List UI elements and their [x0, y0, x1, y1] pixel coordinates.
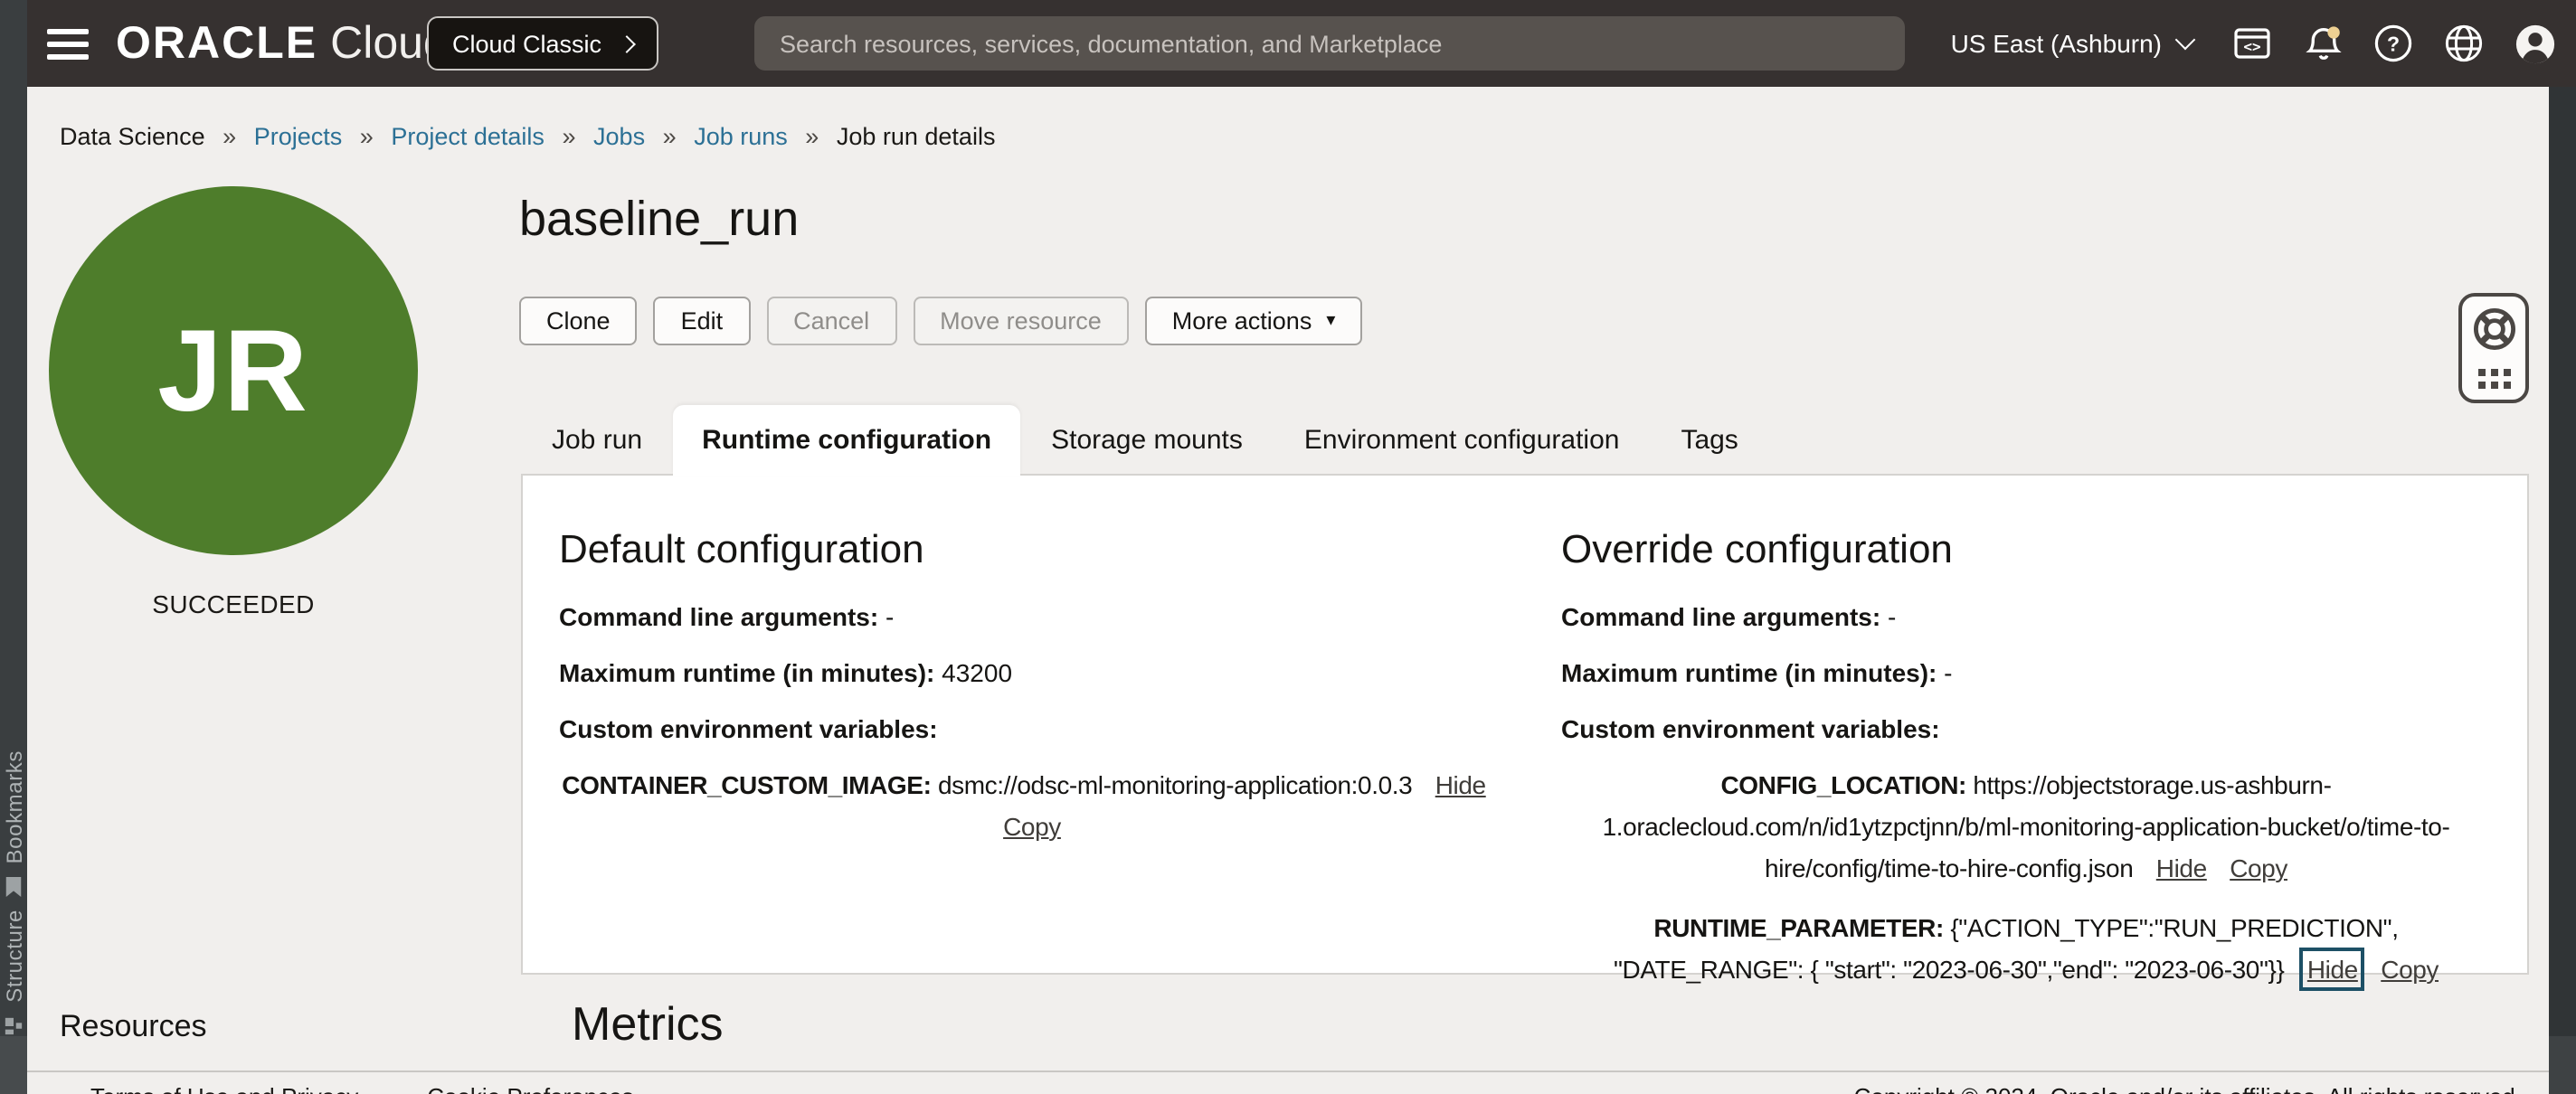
breadcrumb-separator: »	[805, 123, 819, 150]
hamburger-menu-icon[interactable]	[47, 25, 90, 61]
breadcrumb-data-science: Data Science	[60, 123, 205, 150]
breadcrumb-job-run-details: Job run details	[837, 123, 996, 150]
svg-text:<>: <>	[2243, 38, 2260, 55]
copy-link[interactable]: Copy	[2381, 955, 2439, 984]
breadcrumb-separator: »	[360, 123, 374, 150]
help-icon[interactable]: ?	[2372, 22, 2415, 65]
env-var-runtime-parameter: RUNTIME_PARAMETER: {"ACTION_TYPE":"RUN_P…	[1561, 908, 2491, 991]
runtime-configuration-panel: Default configuration Command line argum…	[521, 474, 2529, 975]
oracle-cloud-logo: ORACLE Cloud	[116, 0, 449, 87]
breadcrumb-project-details[interactable]: Project details	[391, 123, 545, 150]
help-launcher-widget[interactable]	[2458, 293, 2529, 403]
env-var-config-location: CONFIG_LOCATION: https://objectstorage.u…	[1561, 765, 2491, 890]
cloud-classic-label: Cloud Classic	[452, 30, 601, 57]
region-label: US East (Ashburn)	[1951, 29, 2162, 58]
tab-storage-mounts[interactable]: Storage mounts	[1020, 405, 1274, 476]
structure-label: Structure	[1, 910, 26, 1003]
cloud-shell-icon[interactable]: <>	[2230, 22, 2274, 65]
search-input[interactable]	[754, 16, 1905, 71]
terms-privacy-link[interactable]: Terms of Use and Privacy	[90, 1083, 358, 1094]
metrics-section-title: Metrics	[572, 996, 724, 1052]
notifications-bell-icon[interactable]	[2301, 22, 2344, 65]
rail-footer-block	[2549, 1036, 2576, 1094]
copyright-text: Copyright © 2024, Oracle and/or its affi…	[1854, 1083, 2522, 1094]
more-actions-label: More actions	[1172, 307, 1312, 335]
tab-environment-configuration[interactable]: Environment configuration	[1274, 405, 1651, 476]
detail-tabs: Job run Runtime configuration Storage mo…	[521, 405, 1769, 476]
breadcrumb-separator: »	[562, 123, 575, 150]
language-globe-icon[interactable]	[2442, 22, 2486, 65]
avatar-initials: JR	[157, 304, 309, 438]
cloud-classic-button[interactable]: Cloud Classic	[427, 16, 658, 71]
override-configuration-section: Override configuration Command line argu…	[1525, 476, 2527, 973]
custom-env-variables-heading: Custom environment variables:	[1561, 711, 2491, 747]
left-side-rail: Bookmarks Structure	[0, 0, 27, 1094]
hide-link-focused[interactable]: Hide	[2307, 955, 2358, 984]
tab-tags[interactable]: Tags	[1650, 405, 1768, 476]
breadcrumb-separator: »	[663, 123, 677, 150]
custom-env-variables-heading: Custom environment variables:	[559, 711, 1489, 747]
svg-text:?: ?	[2387, 32, 2400, 55]
copy-link[interactable]: Copy	[1003, 812, 1061, 841]
breadcrumb-jobs[interactable]: Jobs	[593, 123, 645, 150]
maximum-runtime-row: Maximum runtime (in minutes): -	[1561, 655, 2491, 691]
top-header: ORACLE Cloud Cloud Classic US East (Ashb…	[0, 0, 2576, 87]
resource-avatar: JR	[49, 186, 418, 555]
command-line-arguments-row: Command line arguments: -	[1561, 599, 2491, 635]
page-title: baseline_run	[519, 192, 799, 248]
copy-link[interactable]: Copy	[2230, 854, 2287, 882]
env-var-container-custom-image: CONTAINER_CUSTOM_IMAGE: dsmc://odsc-ml-m…	[559, 765, 1489, 848]
breadcrumb-projects[interactable]: Projects	[254, 123, 343, 150]
rail-item-bookmarks[interactable]: Bookmarks	[0, 750, 27, 907]
hide-link[interactable]: Hide	[1435, 770, 1486, 799]
clone-button[interactable]: Clone	[519, 297, 638, 345]
rail-footer-block	[0, 1036, 27, 1094]
rail-item-structure[interactable]: Structure	[0, 910, 27, 1046]
footer-links: Terms of Use and Privacy Cookie Preferen…	[90, 1083, 634, 1094]
more-actions-button[interactable]: More actions ▾	[1145, 297, 1363, 345]
default-configuration-title: Default configuration	[559, 526, 1489, 573]
move-resource-button: Move resource	[913, 297, 1129, 345]
resources-section-title: Resources	[60, 1009, 207, 1045]
breadcrumb: Data Science » Projects » Project detail…	[60, 123, 995, 150]
logo-brand: ORACLE	[116, 17, 317, 70]
right-side-rail	[2549, 87, 2576, 1094]
action-buttons: Clone Edit Cancel Move resource More act…	[519, 297, 1362, 345]
status-badge: SUCCEEDED	[49, 589, 418, 618]
override-configuration-title: Override configuration	[1561, 526, 2491, 573]
command-line-arguments-row: Command line arguments: -	[559, 599, 1489, 635]
page-footer: Terms of Use and Privacy Cookie Preferen…	[0, 1070, 2576, 1094]
breadcrumb-separator: »	[223, 123, 236, 150]
maximum-runtime-row: Maximum runtime (in minutes): 43200	[559, 655, 1489, 691]
user-avatar-icon[interactable]	[2513, 22, 2556, 65]
tab-runtime-configuration[interactable]: Runtime configuration	[673, 405, 1020, 476]
cookie-preferences-link[interactable]: Cookie Preferences	[427, 1083, 633, 1094]
default-configuration-section: Default configuration Command line argum…	[523, 476, 1525, 973]
bookmark-icon	[4, 874, 24, 907]
caret-down-icon: ▾	[1326, 312, 1335, 330]
lifebuoy-icon	[2470, 306, 2517, 362]
hide-link[interactable]: Hide	[2156, 854, 2207, 882]
edit-button[interactable]: Edit	[654, 297, 751, 345]
bookmarks-label: Bookmarks	[1, 750, 26, 863]
cancel-button: Cancel	[766, 297, 896, 345]
tab-job-run[interactable]: Job run	[521, 405, 673, 476]
region-selector[interactable]: US East (Ashburn)	[1940, 27, 2203, 60]
chevron-right-icon	[617, 34, 635, 52]
chevron-down-icon	[2175, 29, 2196, 50]
dots-grid-icon	[2477, 369, 2510, 389]
header-right-cluster: US East (Ashburn) <>	[1940, 0, 2556, 87]
oracle-cloud-console: ORACLE Cloud Cloud Classic US East (Ashb…	[0, 0, 2576, 1094]
breadcrumb-job-runs[interactable]: Job runs	[694, 123, 788, 150]
global-search	[754, 16, 1905, 71]
